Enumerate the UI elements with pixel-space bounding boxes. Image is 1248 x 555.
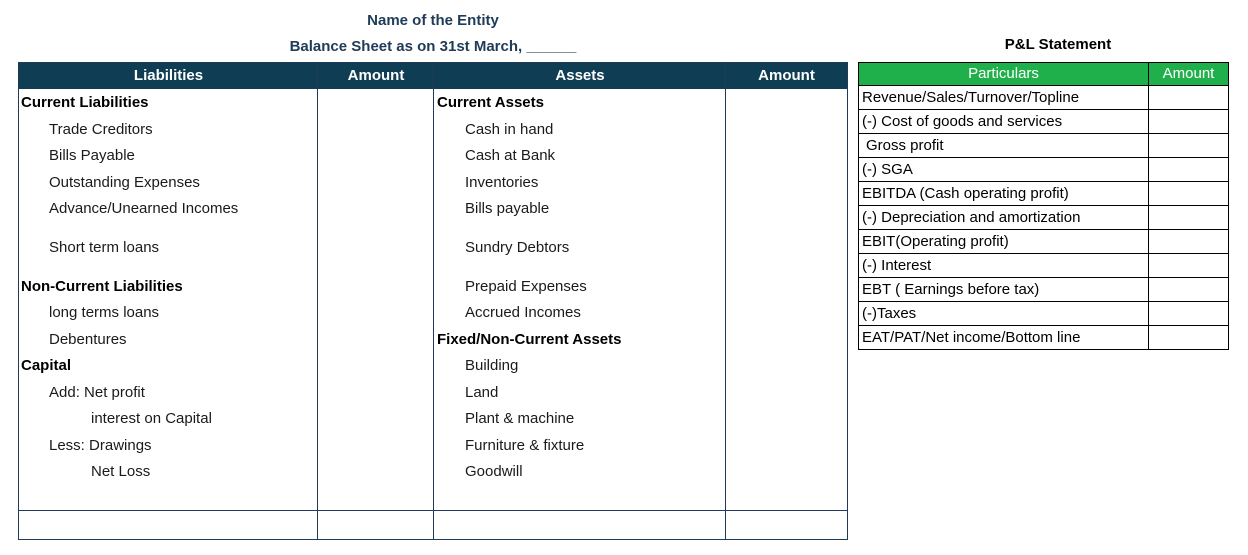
pl-row: Revenue/Sales/Turnover/Topline — [859, 85, 1228, 109]
entity-name: Name of the Entity — [367, 12, 499, 29]
asset-item: Goodwill — [465, 463, 523, 480]
liability-item: Add: Net profit — [49, 384, 145, 401]
pl-row-label: (-) Cost of goods and services — [862, 113, 1063, 130]
balance-sheet-title: Balance Sheet as on 31st March, ______ — [289, 38, 577, 55]
pl-row: EBITDA (Cash operating profit) — [859, 181, 1228, 205]
section-current-assets: Current Assets — [437, 94, 544, 111]
liability-item: long terms loans — [49, 304, 160, 321]
section-capital: Capital — [21, 357, 72, 374]
section-current-liabilities: Current Liabilities — [21, 94, 149, 111]
pl-row: (-) Interest — [859, 253, 1228, 277]
pl-row-label: Gross profit — [866, 137, 944, 154]
pl-row: EAT/PAT/Net income/Bottom line — [859, 325, 1228, 349]
col-amount: Amount — [1162, 65, 1215, 82]
section-non-current-liabilities: Non-Current Liabilities — [21, 278, 183, 295]
divider — [1148, 134, 1149, 157]
divider — [1148, 182, 1149, 205]
asset-item: Building — [465, 357, 519, 374]
pl-header: Particulars Amount — [859, 63, 1228, 85]
col-assets: Assets — [555, 67, 605, 84]
divider — [1148, 326, 1149, 349]
divider — [725, 63, 726, 539]
pl-row-label: EBIT(Operating profit) — [862, 233, 1009, 250]
divider — [317, 63, 318, 539]
liability-item: interest on Capital — [91, 410, 212, 427]
asset-item: Accrued Incomes — [465, 304, 581, 321]
liability-item: Short term loans — [49, 239, 160, 256]
col-liabilities: Liabilities — [133, 67, 204, 84]
pl-row: (-) Cost of goods and services — [859, 109, 1228, 133]
total-row-divider — [19, 510, 847, 511]
pl-row: Gross profit — [859, 133, 1228, 157]
col-liabilities-amount: Amount — [347, 67, 405, 84]
col-assets-amount: Amount — [758, 67, 815, 84]
divider — [1148, 254, 1149, 277]
asset-item: Bills payable — [465, 200, 550, 217]
pl-row-label: EBT ( Earnings before tax) — [862, 281, 1040, 298]
asset-item: Cash at Bank — [465, 147, 556, 164]
divider — [1148, 206, 1149, 229]
asset-item: Sundry Debtors — [465, 239, 570, 256]
pl-row-label: Revenue/Sales/Turnover/Topline — [862, 89, 1080, 106]
pl-row: (-)Taxes — [859, 301, 1228, 325]
divider — [1148, 110, 1149, 133]
liability-item: Trade Creditors — [49, 121, 153, 138]
asset-item: Inventories — [465, 174, 539, 191]
asset-item: Land — [465, 384, 499, 401]
liability-item: Outstanding Expenses — [49, 174, 200, 191]
divider — [433, 63, 434, 539]
divider — [1148, 278, 1149, 301]
pl-row: EBIT(Operating profit) — [859, 229, 1228, 253]
pl-row-label: (-) Depreciation and amortization — [862, 209, 1081, 226]
asset-item: Cash in hand — [465, 121, 554, 138]
pl-row: (-) SGA — [859, 157, 1228, 181]
asset-item: Plant & machine — [465, 410, 575, 427]
pl-row: EBT ( Earnings before tax) — [859, 277, 1228, 301]
pl-row-label: EBITDA (Cash operating profit) — [862, 185, 1069, 202]
pl-row-label: (-)Taxes — [862, 305, 917, 322]
asset-item: Furniture & fixture — [465, 437, 585, 454]
liability-item: Advance/Unearned Incomes — [49, 200, 239, 217]
divider — [1148, 158, 1149, 181]
pl-row: (-) Depreciation and amortization — [859, 205, 1228, 229]
pl-statement-title: P&L Statement — [1004, 36, 1112, 53]
col-particulars: Particulars — [968, 65, 1039, 82]
pl-row-label: (-) SGA — [862, 161, 913, 178]
divider — [1148, 86, 1149, 109]
divider — [1148, 302, 1149, 325]
pl-statement-table: Particulars Amount Revenue/Sales/Turnove… — [858, 62, 1229, 350]
liability-item: Less: Drawings — [49, 437, 152, 454]
pl-row-label: EAT/PAT/Net income/Bottom line — [862, 329, 1081, 346]
section-fixed-assets: Fixed/Non-Current Assets — [437, 331, 622, 348]
liability-item: Bills Payable — [49, 147, 135, 164]
pl-row-label: (-) Interest — [862, 257, 932, 274]
asset-item: Prepaid Expenses — [465, 278, 587, 295]
liability-item: Debentures — [49, 331, 127, 348]
divider — [1148, 230, 1149, 253]
liability-item: Net Loss — [91, 463, 151, 480]
balance-sheet-table: Liabilities Amount Assets Amount Current… — [18, 62, 848, 540]
